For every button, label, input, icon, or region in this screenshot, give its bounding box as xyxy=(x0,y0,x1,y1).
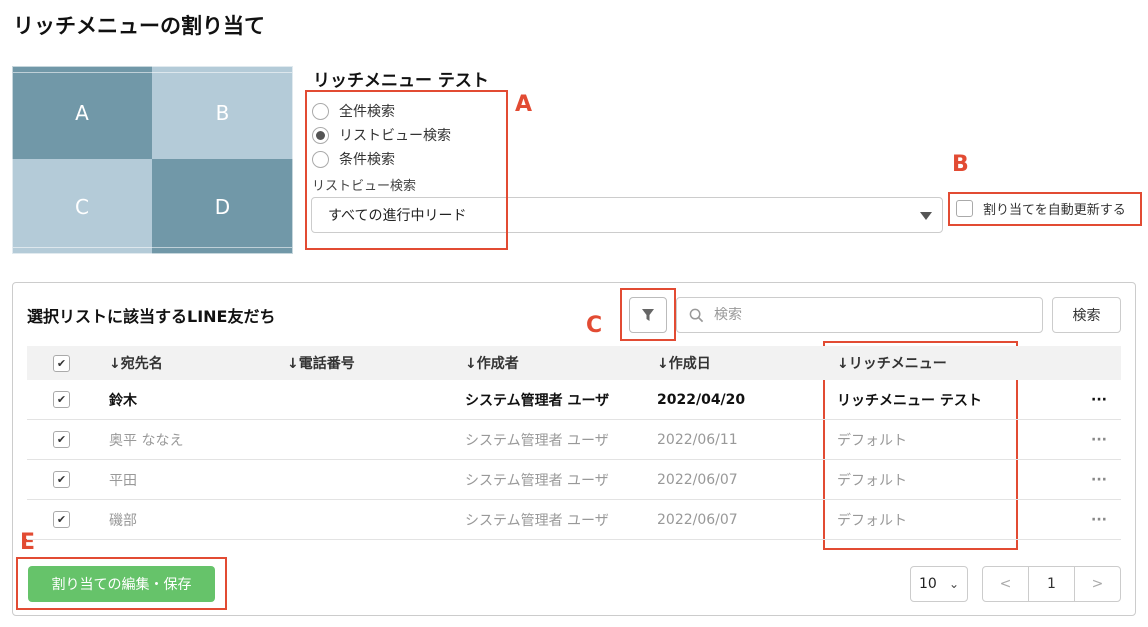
cell-name: 平田 xyxy=(109,472,137,489)
cell-rich-menu: デフォルト xyxy=(837,472,907,489)
checkbox-checked-icon[interactable]: ✔ xyxy=(53,354,70,372)
caret-down-icon xyxy=(920,212,932,220)
pagination: < 1 > xyxy=(982,566,1121,602)
search-icon xyxy=(689,308,704,322)
filter-button[interactable] xyxy=(629,297,667,333)
preview-cell-d: D xyxy=(152,159,293,254)
cell-rich-menu: デフォルト xyxy=(837,512,907,529)
page-title: リッチメニューの割り当て xyxy=(13,14,265,38)
more-actions-button[interactable]: ··· xyxy=(1077,472,1121,488)
cell-rich-menu: デフォルト xyxy=(837,432,907,449)
preview-cell-a: A xyxy=(12,66,152,159)
search-input[interactable] xyxy=(714,307,1014,323)
chevron-down-icon: ⌄ xyxy=(948,577,959,591)
cell-author: システム管理者 ユーザ xyxy=(465,432,609,449)
more-actions-button[interactable]: ··· xyxy=(1077,512,1121,528)
next-page-button[interactable]: > xyxy=(1075,567,1120,601)
friends-table: ✔ ↓宛先名 ↓電話番号 ↓作成者 ↓作成日 ↓リッチメニュー ✔ 鈴木 システ… xyxy=(27,346,1121,540)
header-phone[interactable]: ↓電話番号 xyxy=(287,353,465,373)
checkbox-checked-icon[interactable]: ✔ xyxy=(53,391,70,408)
preview-cell-c: C xyxy=(12,159,152,254)
header-rich-menu[interactable]: ↓リッチメニュー xyxy=(837,353,1077,373)
annotation-box-a xyxy=(305,90,508,250)
card-title: 選択リストに該当するLINE友だち xyxy=(27,307,276,326)
row-checkbox-cell[interactable]: ✔ xyxy=(27,431,109,448)
annotation-box-b xyxy=(948,192,1142,226)
table-row[interactable]: ✔ 磯部 システム管理者 ユーザ 2022/06/07 デフォルト ··· xyxy=(27,500,1121,540)
filter-icon xyxy=(642,309,654,321)
current-page[interactable]: 1 xyxy=(1028,567,1075,601)
cell-date: 2022/06/11 xyxy=(657,431,738,448)
table-row[interactable]: ✔ 奥平 ななえ システム管理者 ユーザ 2022/06/11 デフォルト ··… xyxy=(27,420,1121,460)
cell-date: 2022/06/07 xyxy=(657,511,738,528)
cell-rich-menu: リッチメニュー テスト xyxy=(837,392,982,409)
checkbox-checked-icon[interactable]: ✔ xyxy=(53,431,70,448)
row-checkbox-cell[interactable]: ✔ xyxy=(27,391,109,408)
page-size-value: 10 xyxy=(919,576,937,592)
table-row[interactable]: ✔ 平田 システム管理者 ユーザ 2022/06/07 デフォルト ··· xyxy=(27,460,1121,500)
cell-name: 磯部 xyxy=(109,512,137,529)
rich-menu-preview: A B C D xyxy=(12,66,293,254)
save-assignment-button[interactable]: 割り当ての編集・保存 xyxy=(28,566,215,602)
more-actions-button[interactable]: ··· xyxy=(1077,392,1121,408)
row-checkbox-cell[interactable]: ✔ xyxy=(27,511,109,528)
cell-date: 2022/04/20 xyxy=(657,391,746,408)
checkbox-checked-icon[interactable]: ✔ xyxy=(53,511,70,528)
cell-name: 奥平 ななえ xyxy=(109,432,184,449)
cell-author: システム管理者 ユーザ xyxy=(465,512,609,529)
cell-author: システム管理者 ユーザ xyxy=(465,472,609,489)
cell-name: 鈴木 xyxy=(109,392,137,409)
preview-cell-b: B xyxy=(152,66,293,159)
header-checkbox-cell[interactable]: ✔ xyxy=(27,354,109,372)
annotation-label-b: B xyxy=(952,152,969,177)
table-row[interactable]: ✔ 鈴木 システム管理者 ユーザ 2022/04/20 リッチメニュー テスト … xyxy=(27,380,1121,420)
table-header: ✔ ↓宛先名 ↓電話番号 ↓作成者 ↓作成日 ↓リッチメニュー xyxy=(27,346,1121,380)
row-checkbox-cell[interactable]: ✔ xyxy=(27,471,109,488)
search-box[interactable] xyxy=(676,297,1043,333)
checkbox-checked-icon[interactable]: ✔ xyxy=(53,471,70,488)
cell-date: 2022/06/07 xyxy=(657,471,738,488)
header-author[interactable]: ↓作成者 xyxy=(465,353,657,373)
cell-author: システム管理者 ユーザ xyxy=(465,392,610,409)
search-button[interactable]: 検索 xyxy=(1052,297,1121,333)
rich-menu-name: リッチメニュー テスト xyxy=(313,71,489,91)
header-name[interactable]: ↓宛先名 xyxy=(109,353,287,373)
prev-page-button[interactable]: < xyxy=(983,567,1028,601)
header-date[interactable]: ↓作成日 xyxy=(657,353,837,373)
annotation-label-a: A xyxy=(515,92,533,117)
page-size-select[interactable]: 10 ⌄ xyxy=(910,566,968,602)
more-actions-button[interactable]: ··· xyxy=(1077,432,1121,448)
